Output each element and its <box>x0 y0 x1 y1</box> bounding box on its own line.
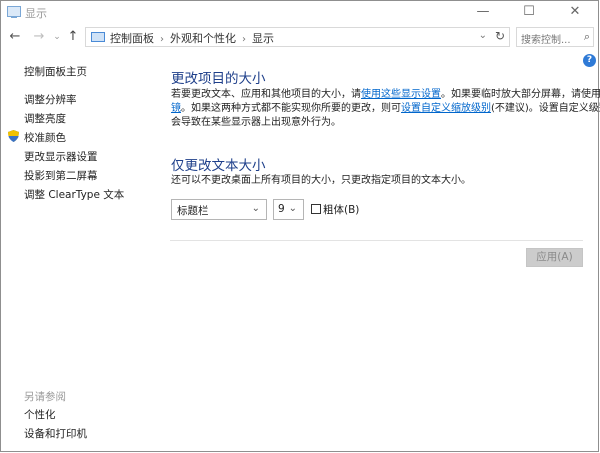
search-placeholder: 搜索控制... <box>521 35 571 46</box>
back-arrow-icon[interactable]: ← <box>7 29 23 45</box>
title-bar: 显示 — ☐ ✕ <box>1 1 598 23</box>
window-title: 显示 <box>25 7 47 20</box>
text-size-description: 还可以不更改桌面上所有项目的大小，只更改指定项目的文本大小。 <box>171 175 471 186</box>
search-box[interactable]: 搜索控制... ⌕ <box>516 27 594 47</box>
recent-locations-chevron-icon[interactable]: ⌄ <box>49 29 65 45</box>
intro-text: (不建议)。设置自定义级别可能 <box>491 103 600 114</box>
font-size-select[interactable]: 9 ⌄ <box>273 199 304 220</box>
sidebar-item-cleartype[interactable]: 调整 ClearType 文本 <box>24 187 124 202</box>
sidebar-item-monitor-settings[interactable]: 更改显示器设置 <box>24 149 98 164</box>
display-app-icon <box>7 6 21 18</box>
see-also-heading: 另请参阅 <box>24 391 66 403</box>
font-size-select-value: 9 <box>278 203 285 215</box>
intro-line-3: 会导致在某些显示器上出现意外行为。 <box>171 117 341 128</box>
bold-checkbox-label[interactable]: 粗体(B) <box>323 202 359 217</box>
see-also-devices-printers-link[interactable]: 设备和打印机 <box>24 426 87 441</box>
monitor-icon <box>91 32 105 42</box>
see-also-personalization-link[interactable]: 个性化 <box>24 407 56 422</box>
sidebar-item-project-second-screen[interactable]: 投影到第二屏幕 <box>24 168 98 183</box>
display-settings-link[interactable]: 使用这些显示设置 <box>361 89 441 100</box>
help-icon[interactable]: ? <box>583 54 596 67</box>
intro-text: 。如果要临时放大部分屏幕，请使用 <box>441 89 600 100</box>
custom-scaling-link[interactable]: 设置自定义缩放级别 <box>401 103 491 114</box>
breadcrumb-separator-icon[interactable]: › <box>160 34 164 45</box>
change-text-size-heading: 仅更改文本大小 <box>171 158 266 174</box>
chevron-down-icon: ⌄ <box>251 203 260 214</box>
breadcrumb-display[interactable]: 显示 <box>252 32 274 45</box>
intro-text: 若要更改文本、应用和其他项目的大小，请 <box>171 89 361 100</box>
sidebar-item-brightness[interactable]: 调整亮度 <box>24 111 66 126</box>
breadcrumb: 控制面板 › 外观和个性化 › 显示 <box>110 30 274 46</box>
magnifier-link-continued[interactable]: 镜 <box>171 103 181 114</box>
bold-checkbox[interactable] <box>311 204 321 214</box>
breadcrumb-appearance[interactable]: 外观和个性化 <box>170 32 236 45</box>
sidebar-item-label: 校准颜色 <box>24 132 66 144</box>
refresh-icon[interactable]: ↻ <box>495 29 505 43</box>
intro-line-1: 若要更改文本、应用和其他项目的大小，请使用这些显示设置。如果要临时放大部分屏幕，… <box>171 88 600 102</box>
chevron-down-icon: ⌄ <box>288 203 297 214</box>
divider <box>170 240 583 241</box>
sidebar-item-resolution[interactable]: 调整分辨率 <box>24 92 77 107</box>
address-dropdown-icon[interactable]: ⌄ <box>479 30 487 41</box>
sidebar-home-link[interactable]: 控制面板主页 <box>24 64 87 79</box>
change-item-size-heading: 更改项目的大小 <box>171 71 266 87</box>
address-bar[interactable]: 控制面板 › 外观和个性化 › 显示 ⌄ ↻ <box>85 27 510 47</box>
forward-arrow-icon[interactable]: → <box>31 29 47 45</box>
breadcrumb-separator-icon[interactable]: › <box>242 34 246 45</box>
apply-button[interactable]: 应用(A) <box>526 248 583 267</box>
close-button[interactable]: ✕ <box>552 1 598 23</box>
intro-line-2: 镜。如果这两种方式都不能实现你所要的更改，则可设置自定义缩放级别(不建议)。设置… <box>171 102 600 116</box>
control-panel-window: 显示 — ☐ ✕ ← → ⌄ ↑ 控制面板 › 外观和个性化 › 显示 ⌄ ↻ 搜索控制… <box>0 0 600 452</box>
maximize-button[interactable]: ☐ <box>506 1 552 23</box>
sidebar-item-calibrate-color[interactable]: 校准颜色 <box>8 130 66 145</box>
shield-icon <box>8 130 19 142</box>
navigation-bar: ← → ⌄ ↑ 控制面板 › 外观和个性化 › 显示 ⌄ ↻ 搜索控制... ⌕ <box>1 24 598 52</box>
search-icon[interactable]: ⌕ <box>584 30 590 44</box>
breadcrumb-control-panel[interactable]: 控制面板 <box>110 32 154 45</box>
item-select-value: 标题栏 <box>177 205 209 217</box>
intro-text: 。如果这两种方式都不能实现你所要的更改，则可 <box>181 103 401 114</box>
up-arrow-icon[interactable]: ↑ <box>65 29 81 45</box>
minimize-button[interactable]: — <box>460 1 506 23</box>
item-select[interactable]: 标题栏 ⌄ <box>171 199 267 220</box>
